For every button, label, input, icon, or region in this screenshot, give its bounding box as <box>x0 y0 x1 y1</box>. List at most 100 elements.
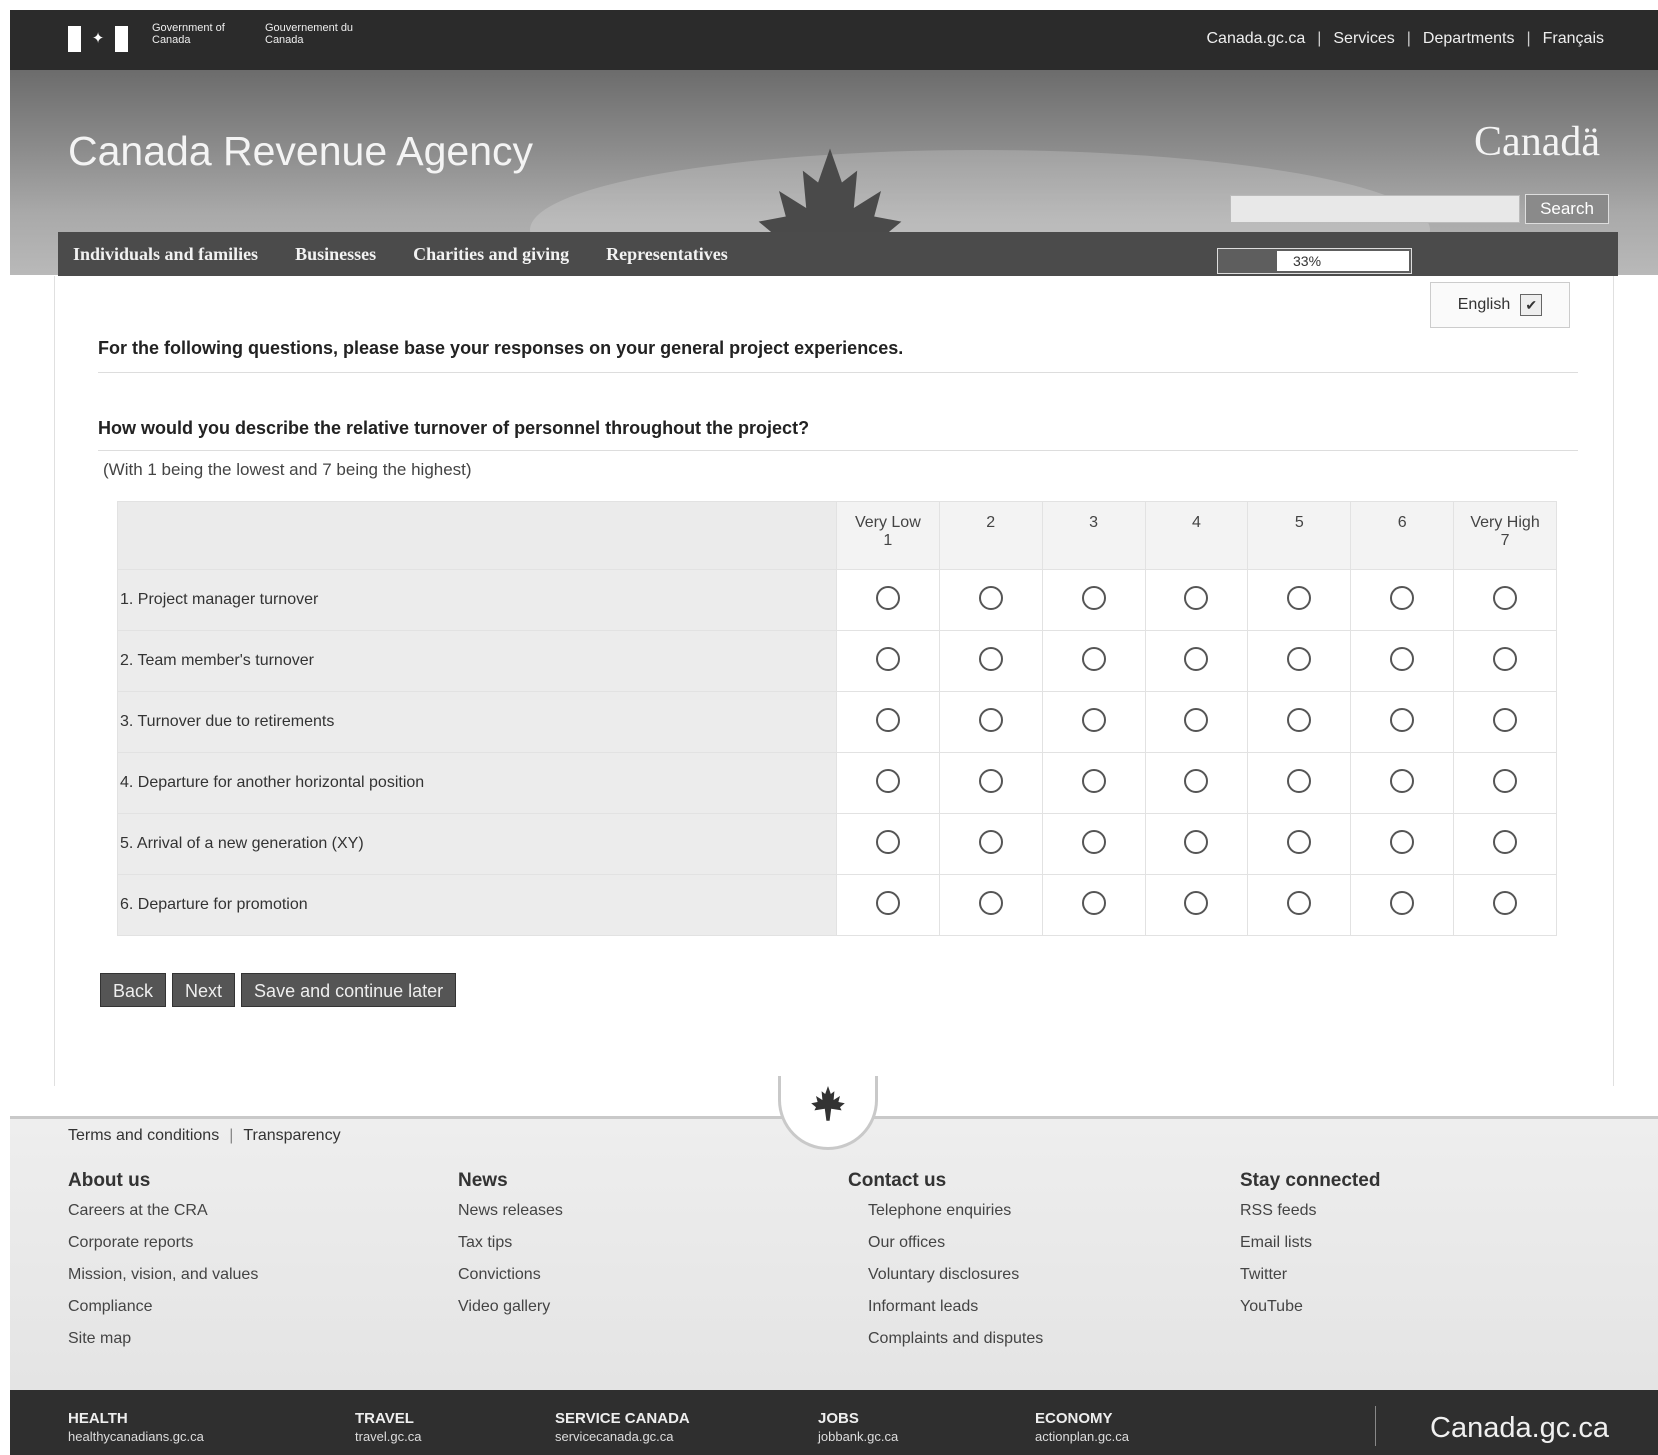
rating-radio-6[interactable] <box>1390 890 1415 915</box>
rating-radio-4[interactable] <box>1184 890 1209 915</box>
top-links: Canada.gc.ca | Services | Departments | Fra… <box>1194 30 1616 48</box>
bottom-link-service-canada[interactable]: SERVICE CANADA servicecanada.gc.ca <box>555 1410 690 1444</box>
footer-link[interactable]: Video gallery <box>458 1298 563 1330</box>
rating-radio-6[interactable] <box>1390 585 1415 610</box>
footer-link[interactable]: Site map <box>68 1330 258 1362</box>
rating-radio-4[interactable] <box>1184 707 1209 732</box>
footer-link[interactable]: Telephone enquiries <box>848 1202 1043 1234</box>
rating-radio-6[interactable] <box>1390 768 1415 793</box>
footer-link[interactable]: Voluntary disclosures <box>848 1266 1043 1298</box>
save-continue-button[interactable]: Save and continue later <box>241 973 457 1007</box>
terms-link[interactable]: Terms and conditions <box>68 1127 219 1145</box>
rating-radio-1[interactable] <box>875 890 900 915</box>
rating-radio-3[interactable] <box>1081 646 1106 671</box>
rating-radio-7[interactable] <box>1493 707 1518 732</box>
canada-flag-icon: ✦ <box>68 26 128 52</box>
table-row: 4. Departure for another horizontal posi… <box>117 752 1557 814</box>
link-francais[interactable]: Français <box>1531 30 1616 48</box>
footer-link[interactable]: Our offices <box>848 1234 1043 1266</box>
rating-radio-4[interactable] <box>1184 585 1209 610</box>
rating-radio-7[interactable] <box>1493 829 1518 854</box>
rating-radio-5[interactable] <box>1287 768 1312 793</box>
rating-radio-3[interactable] <box>1081 768 1106 793</box>
canada-gc-link[interactable]: Canada.gc.ca <box>1430 1412 1609 1445</box>
nav-individuals[interactable]: Individuals and families <box>58 244 273 265</box>
rating-radio-1[interactable] <box>875 829 900 854</box>
rating-radio-7[interactable] <box>1493 768 1518 793</box>
search-button[interactable]: Search <box>1525 194 1609 224</box>
link-departments[interactable]: Departments <box>1411 30 1527 48</box>
footer-link[interactable]: News releases <box>458 1202 563 1234</box>
rating-radio-1[interactable] <box>875 707 900 732</box>
bottom-bar: HEALTH healthycanadians.gc.ca TRAVEL trave… <box>10 1390 1658 1455</box>
rating-radio-2[interactable] <box>978 707 1003 732</box>
rating-radio-1[interactable] <box>875 585 900 610</box>
footer-link[interactable]: Convictions <box>458 1266 563 1298</box>
rating-radio-5[interactable] <box>1287 890 1312 915</box>
footer-link[interactable]: Mission, vision, and values <box>68 1266 258 1298</box>
radio-cell <box>1041 874 1146 936</box>
rating-radio-4[interactable] <box>1184 768 1209 793</box>
footer-link[interactable]: Twitter <box>1240 1266 1380 1298</box>
rating-radio-4[interactable] <box>1184 646 1209 671</box>
footer-column-title: Stay connected <box>1240 1170 1381 1191</box>
rating-radio-4[interactable] <box>1184 829 1209 854</box>
rating-radio-7[interactable] <box>1493 890 1518 915</box>
rating-radio-6[interactable] <box>1390 829 1415 854</box>
rating-radio-5[interactable] <box>1287 829 1312 854</box>
scale-header-row: Very Low 1 2 3 4 5 6 Very High 7 <box>117 501 1557 570</box>
next-button[interactable]: Next <box>172 973 236 1007</box>
rating-radio-2[interactable] <box>978 768 1003 793</box>
rating-radio-5[interactable] <box>1287 585 1312 610</box>
footer-link[interactable]: Email lists <box>1240 1234 1380 1266</box>
link-services[interactable]: Services <box>1321 30 1406 48</box>
footer-link[interactable]: YouTube <box>1240 1298 1380 1330</box>
radio-cell <box>835 630 940 692</box>
rating-radio-2[interactable] <box>978 890 1003 915</box>
radio-cell <box>938 569 1043 631</box>
rating-radio-7[interactable] <box>1493 646 1518 671</box>
rating-radio-3[interactable] <box>1081 585 1106 610</box>
footer-link[interactable]: Corporate reports <box>68 1234 258 1266</box>
question-title: How would you describe the relative turn… <box>98 418 810 438</box>
rating-radio-3[interactable] <box>1081 829 1106 854</box>
rating-radio-6[interactable] <box>1390 646 1415 671</box>
search-input[interactable] <box>1230 195 1520 223</box>
chevron-down-icon[interactable]: ✔ <box>1520 294 1543 316</box>
footer-link[interactable]: Informant leads <box>848 1298 1043 1330</box>
rating-radio-2[interactable] <box>978 585 1003 610</box>
rating-radio-3[interactable] <box>1081 890 1106 915</box>
nav-businesses[interactable]: Businesses <box>273 244 391 265</box>
nav-charities[interactable]: Charities and giving <box>391 244 584 265</box>
divider <box>98 372 1578 373</box>
bottom-link-travel[interactable]: TRAVEL travel.gc.ca <box>355 1410 421 1444</box>
rating-radio-6[interactable] <box>1390 707 1415 732</box>
bottom-link-economy[interactable]: ECONOMY actionplan.gc.ca <box>1035 1410 1129 1444</box>
back-button[interactable]: Back <box>100 973 167 1007</box>
footer-link[interactable]: Careers at the CRA <box>68 1202 258 1234</box>
rating-radio-5[interactable] <box>1287 707 1312 732</box>
rating-radio-1[interactable] <box>875 646 900 671</box>
language-select[interactable]: English ✔ <box>1430 282 1570 328</box>
rating-radio-2[interactable] <box>978 646 1003 671</box>
footer-link[interactable]: RSS feeds <box>1240 1202 1380 1234</box>
bottom-link-health[interactable]: HEALTH healthycanadians.gc.ca <box>68 1410 204 1444</box>
bottom-link-jobs[interactable]: JOBS jobbank.gc.ca <box>818 1410 898 1444</box>
nav-representatives[interactable]: Representatives <box>584 244 743 265</box>
survey-content: English ✔ For the following questions, p… <box>54 276 1614 1086</box>
footer-link[interactable]: Complaints and disputes <box>848 1330 1043 1362</box>
rating-radio-3[interactable] <box>1081 707 1106 732</box>
scale-header: 3 <box>1041 501 1146 570</box>
rating-radio-5[interactable] <box>1287 646 1312 671</box>
rating-radio-7[interactable] <box>1493 585 1518 610</box>
footer-column-news: News News releases Tax tips Convictions … <box>458 1170 563 1330</box>
transparency-link[interactable]: Transparency <box>243 1127 340 1145</box>
rating-radio-1[interactable] <box>875 768 900 793</box>
link-canada-gc[interactable]: Canada.gc.ca <box>1194 30 1317 48</box>
table-row: 1. Project manager turnover <box>117 569 1557 631</box>
footer-link[interactable]: Tax tips <box>458 1234 563 1266</box>
rating-radio-2[interactable] <box>978 829 1003 854</box>
radio-cell <box>1453 691 1557 753</box>
footer-link[interactable]: Compliance <box>68 1298 258 1330</box>
radio-cell <box>835 691 940 753</box>
